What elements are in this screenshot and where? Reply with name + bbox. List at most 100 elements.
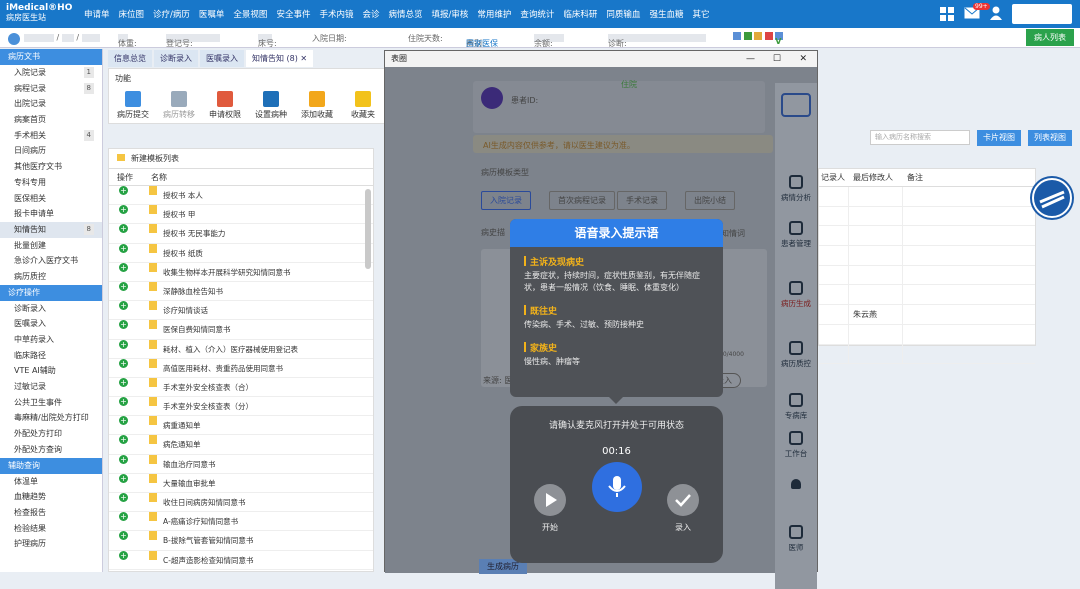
record-search-input[interactable]: 输入病历名称搜索	[870, 130, 970, 145]
record-row[interactable]	[819, 324, 1035, 345]
sidebar-section-header[interactable]: 辅助查询	[0, 457, 102, 474]
sidebar-item[interactable]: 过敏记录	[0, 379, 102, 395]
top-menu-item[interactable]: 强生血糖	[649, 8, 683, 20]
sidebar-item[interactable]: 临床路径	[0, 348, 102, 364]
list-view-button[interactable]: 列表视图	[1028, 130, 1072, 146]
add-template-icon[interactable]: +	[119, 262, 128, 272]
top-menu-item[interactable]: 申请单	[84, 8, 110, 20]
sidebar-item[interactable]: 医保相关	[0, 191, 102, 207]
sidebar-item[interactable]: 其他医疗文书	[0, 159, 102, 175]
template-row[interactable]: + 授权书 本人	[109, 186, 373, 206]
template-row[interactable]: + 深静脉血栓告知书	[109, 281, 373, 302]
toolbar-button[interactable]: 申请权限	[205, 91, 245, 120]
toolbar-button[interactable]: 病历提交	[113, 91, 153, 120]
sidebar-section-header[interactable]: 病历文书	[0, 49, 102, 65]
template-row[interactable]: + 诊疗知情谈话	[109, 301, 373, 321]
sidebar-item[interactable]: VTE AI辅助	[0, 363, 102, 379]
sidebar-item[interactable]: 病程记录 8	[0, 81, 102, 97]
record-row[interactable]	[819, 265, 1035, 286]
template-row[interactable]: + 高值医用耗材、贵重药品使用同意书	[109, 358, 373, 378]
tab-item[interactable]: 知情告知 (8) ✕	[246, 50, 314, 67]
grid-icon[interactable]	[940, 7, 954, 21]
add-template-icon[interactable]: +	[119, 243, 128, 253]
template-row[interactable]: + 病危通知单	[109, 435, 373, 455]
microphone-button[interactable]	[592, 462, 642, 512]
template-type-tab[interactable]: 首次病程记录	[549, 191, 615, 210]
add-template-icon[interactable]: +	[119, 358, 128, 368]
top-menu-item[interactable]: 诊疗/病历	[153, 8, 190, 20]
add-template-icon[interactable]: +	[119, 550, 128, 560]
sidebar-item[interactable]: 中草药录入	[0, 332, 102, 348]
add-template-icon[interactable]: +	[119, 416, 128, 426]
window-sidebar-item[interactable]: 专病库	[775, 393, 817, 421]
top-menu-item[interactable]: 会诊	[362, 8, 379, 20]
add-template-icon[interactable]: +	[119, 377, 128, 387]
top-menu-item[interactable]: 临床科研	[563, 8, 597, 20]
confirm-record-button[interactable]	[667, 484, 699, 516]
sidebar-item[interactable]: 外配处方打印	[0, 426, 102, 442]
window-sidebar-item[interactable]: 病历质控	[775, 341, 817, 369]
template-type-tab[interactable]: 手术记录	[617, 191, 667, 210]
toolbar-button[interactable]: 添加收藏	[297, 91, 337, 120]
template-row[interactable]: + 输血治疗同意书	[109, 454, 373, 474]
toolbar-button[interactable]: 病历转移	[159, 91, 199, 120]
add-template-icon[interactable]: +	[119, 320, 128, 330]
top-menu-item[interactable]: 其它	[692, 8, 709, 20]
close-button[interactable]: ✕	[799, 51, 807, 67]
record-row[interactable]	[819, 187, 1035, 207]
add-template-icon[interactable]: +	[119, 473, 128, 483]
record-row[interactable]	[819, 344, 1035, 365]
template-row[interactable]: + 授权书 纸质	[109, 243, 373, 263]
top-menu-item[interactable]: 床位图	[119, 8, 145, 20]
top-menu-item[interactable]: 同质输血	[606, 8, 640, 20]
sidebar-item[interactable]: 诊断录入	[0, 301, 102, 317]
sidebar-item[interactable]: 急诊介入医疗文书	[0, 253, 102, 269]
tab-item[interactable]: 诊断录入	[154, 50, 198, 67]
top-menu-item[interactable]: 全景视图	[233, 8, 267, 20]
start-button[interactable]	[534, 484, 566, 516]
template-row[interactable]: + 收集生物样本开展科学研究知情同意书	[109, 262, 373, 282]
top-menu-item[interactable]: 手术内镜	[319, 8, 353, 20]
window-sidebar-item[interactable]: 病历生成	[775, 281, 817, 309]
add-template-icon[interactable]: +	[119, 435, 128, 445]
add-template-icon[interactable]: +	[119, 205, 128, 215]
add-template-icon[interactable]: +	[119, 531, 128, 541]
template-type-tab[interactable]: 入院记录	[481, 191, 531, 210]
window-sidebar-item[interactable]: 病情分析	[775, 175, 817, 203]
top-menu-item[interactable]: 安全事件	[276, 8, 310, 20]
template-row[interactable]: + B-拔除气管套管知情同意书	[109, 531, 373, 551]
sidebar-item[interactable]: 知情告知 8	[0, 221, 102, 238]
sidebar-item[interactable]: 专科专用	[0, 175, 102, 191]
sidebar-item[interactable]: 血糖趋势	[0, 489, 102, 505]
user-name-box[interactable]	[1012, 4, 1072, 24]
sidebar-item[interactable]: 检验结果	[0, 521, 102, 537]
add-template-icon[interactable]: +	[119, 224, 128, 234]
window-sidebar-item[interactable]	[775, 479, 817, 492]
record-row[interactable]	[819, 206, 1035, 227]
tab-item[interactable]: 信息总览	[108, 50, 152, 67]
toolbar-button[interactable]: 收藏夹	[343, 91, 383, 120]
mail-icon[interactable]: 99+	[964, 3, 990, 21]
sidebar-item[interactable]: 体温单	[0, 474, 102, 490]
record-row[interactable]	[819, 246, 1035, 266]
panel-scrollbar[interactable]	[365, 189, 371, 269]
template-row[interactable]: + 手术室外安全核查表（合）	[109, 377, 373, 398]
sidebar-section-header[interactable]: 诊疗操作	[0, 284, 102, 301]
template-row[interactable]: + 授权书 甲	[109, 205, 373, 225]
sidebar-item[interactable]: 入院记录 1	[0, 65, 102, 81]
top-menu-item[interactable]: 填报/审核	[432, 8, 469, 20]
top-menu-item[interactable]: 常用维护	[477, 8, 511, 20]
record-row[interactable]: 朱云燕	[819, 305, 1035, 325]
add-template-icon[interactable]: +	[119, 281, 128, 291]
record-row[interactable]	[819, 226, 1035, 247]
sidebar-item[interactable]: 报卡申请单	[0, 206, 102, 222]
add-template-icon[interactable]: +	[119, 301, 128, 311]
add-template-icon[interactable]: +	[119, 512, 128, 522]
template-row[interactable]: + 授权书 无民事能力	[109, 224, 373, 244]
sidebar-item[interactable]: 批量创建	[0, 238, 102, 254]
add-template-icon[interactable]: +	[119, 186, 128, 195]
window-sidebar-item[interactable]: 工作台	[775, 431, 817, 459]
sidebar-item[interactable]: 日间病历	[0, 143, 102, 159]
top-menu-item[interactable]: 病情总览	[388, 8, 422, 20]
record-row[interactable]	[819, 285, 1035, 306]
